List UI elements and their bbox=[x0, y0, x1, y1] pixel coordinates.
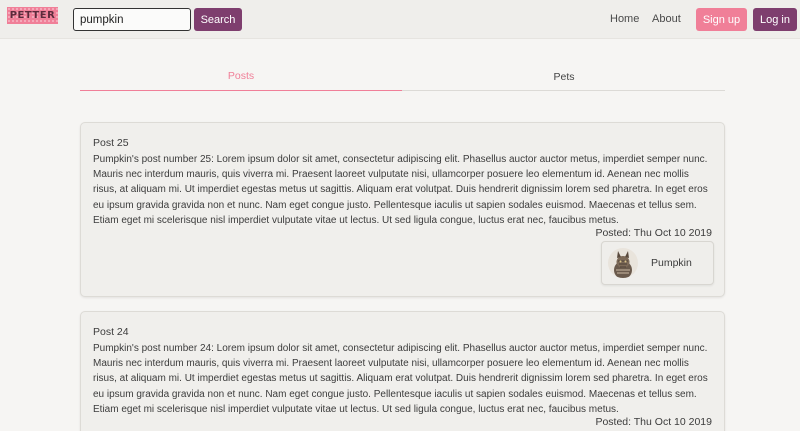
tab-pets[interactable]: Pets bbox=[403, 62, 725, 91]
pet-name: Pumpkin bbox=[651, 257, 692, 269]
nav-link-about[interactable]: About bbox=[652, 13, 681, 25]
post-body: Pumpkin's post number 25: Lorem ipsum do… bbox=[93, 154, 708, 226]
login-button[interactable]: Log in bbox=[753, 8, 797, 31]
post-date: Posted: Thu Oct 10 2019 bbox=[595, 416, 712, 428]
post-title: Post 24 bbox=[93, 326, 129, 338]
pet-chip[interactable]: Pumpkin bbox=[601, 241, 714, 285]
tab-posts[interactable]: Posts bbox=[80, 62, 402, 91]
nav-link-home[interactable]: Home bbox=[610, 13, 639, 25]
cat-avatar-icon bbox=[608, 248, 638, 278]
tab-bar: Posts Pets bbox=[80, 62, 725, 91]
post-title: Post 25 bbox=[93, 137, 129, 149]
post-card: Post 24 Pumpkin's post number 24: Lorem … bbox=[80, 311, 725, 431]
pet-avatar bbox=[608, 248, 638, 278]
navbar: PETTER Search Home About Sign up Log in bbox=[0, 0, 800, 39]
post-date: Posted: Thu Oct 10 2019 bbox=[595, 227, 712, 239]
search-button[interactable]: Search bbox=[194, 8, 242, 31]
signup-button[interactable]: Sign up bbox=[696, 8, 747, 31]
post-card: Post 25 Pumpkin's post number 25: Lorem … bbox=[80, 122, 725, 297]
logo[interactable]: PETTER bbox=[7, 7, 58, 24]
post-body: Pumpkin's post number 24: Lorem ipsum do… bbox=[93, 343, 708, 415]
search-input[interactable] bbox=[73, 8, 191, 31]
